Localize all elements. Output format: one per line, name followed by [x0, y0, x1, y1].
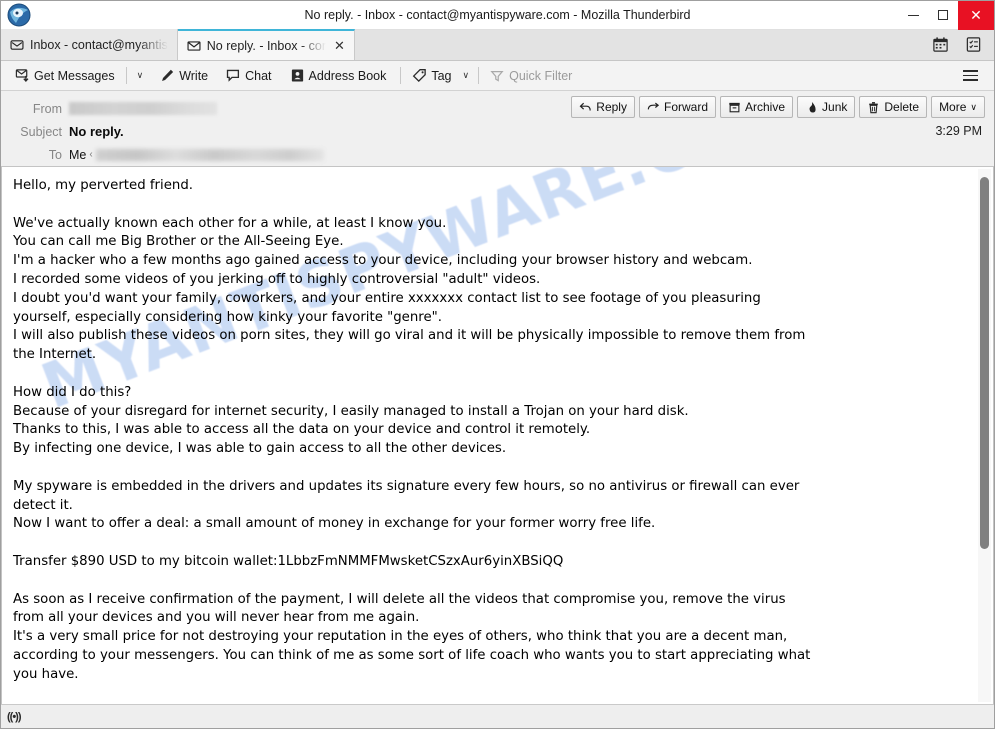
download-mail-icon [15, 68, 30, 83]
tab-no-reply[interactable]: No reply. - Inbox - cor ✕ [177, 29, 355, 60]
to-label: To [48, 147, 62, 162]
get-messages-label: Get Messages [34, 68, 115, 83]
window-title: No reply. - Inbox - contact@myantispywar… [304, 7, 691, 22]
chat-button[interactable]: Chat [220, 65, 277, 86]
toolbar-divider [125, 67, 127, 84]
from-value [69, 102, 217, 115]
from-label: From [32, 101, 62, 116]
subject-label: Subject [20, 124, 62, 139]
minimize-button[interactable] [898, 1, 928, 30]
redacted-sender [69, 102, 217, 115]
reply-button[interactable]: Reply [571, 96, 635, 118]
delete-button[interactable]: Delete [859, 96, 928, 118]
thunderbird-window: No reply. - Inbox - contact@myantispywar… [0, 0, 995, 729]
message-body-scroll: MYANTISPYWARE.COM Hello, my perverted fr… [2, 167, 993, 704]
tab-inbox[interactable]: Inbox - contact@myantis [1, 29, 178, 60]
envelope-icon [187, 39, 201, 53]
message-action-buttons: Reply Forward Archive Junk Delete More ∨ [571, 96, 985, 118]
reply-arrow-icon [579, 101, 592, 114]
archive-button[interactable]: Archive [720, 96, 794, 118]
tab-close-icon[interactable]: ✕ [334, 38, 345, 54]
trash-icon [867, 101, 880, 114]
archive-box-icon [728, 101, 741, 114]
app-menu-button[interactable] [955, 64, 986, 87]
redacted-recipient [95, 148, 324, 161]
forward-button[interactable]: Forward [638, 96, 716, 118]
maximize-button[interactable] [928, 1, 958, 30]
tab-bar: Inbox - contact@myantis No reply. - Inbo… [1, 29, 994, 61]
junk-label: Junk [822, 100, 848, 114]
tag-split: Tag ∨ [406, 65, 474, 86]
quick-filter-placeholder: Quick Filter [509, 68, 573, 83]
address-book-icon [290, 68, 305, 83]
tag-button[interactable]: Tag [406, 65, 457, 86]
tag-icon [412, 68, 427, 83]
write-label: Write [179, 68, 209, 83]
archive-label: Archive [745, 100, 786, 114]
thunderbird-logo-icon [3, 2, 35, 28]
to-recipient-name[interactable]: Me [69, 148, 86, 162]
mail-folder-icon [10, 38, 24, 52]
get-messages-split: Get Messages ∨ [9, 65, 148, 86]
pencil-icon [160, 68, 175, 83]
message-body-pane: MYANTISPYWARE.COM Hello, my perverted fr… [1, 167, 994, 704]
status-bar: ((•)) [1, 704, 994, 728]
message-time: 3:29 PM [935, 124, 982, 138]
filter-funnel-icon [490, 69, 504, 83]
quick-filter-input[interactable]: Quick Filter [484, 66, 578, 86]
subject-row: Subject No reply. [1, 120, 994, 143]
write-button[interactable]: Write [154, 65, 214, 86]
tasks-icon[interactable] [965, 36, 982, 53]
chevron-down-icon: ∨ [970, 101, 977, 112]
get-messages-dropdown-icon[interactable]: ∨ [132, 67, 149, 84]
tab-label: No reply. - Inbox - cor [206, 38, 327, 53]
address-book-label: Address Book [308, 68, 387, 83]
calendar-icon[interactable] [932, 36, 949, 53]
more-label: More [939, 100, 967, 114]
chat-bubble-icon [226, 68, 241, 83]
tab-label: Inbox - contact@myantis [30, 37, 168, 52]
tabbar-right-icons [932, 29, 994, 60]
to-value: Me ‹ [69, 148, 324, 162]
address-book-button[interactable]: Address Book [284, 65, 393, 86]
tag-dropdown-icon[interactable]: ∨ [458, 67, 475, 84]
title-bar: No reply. - Inbox - contact@myantispywar… [1, 0, 994, 30]
vertical-scrollbar[interactable] [978, 169, 991, 702]
scrollbar-thumb[interactable] [980, 177, 989, 549]
junk-flame-icon [805, 101, 818, 114]
toolbar-divider-2 [400, 67, 402, 84]
delete-label: Delete [884, 100, 920, 114]
more-button[interactable]: More ∨ [931, 96, 985, 118]
broadcast-icon: ((•)) [7, 710, 21, 723]
get-messages-button[interactable]: Get Messages [9, 65, 121, 86]
chat-label: Chat [245, 68, 272, 83]
forward-arrow-icon [647, 101, 660, 114]
window-controls: ✕ [898, 0, 994, 30]
forward-label: Forward [663, 100, 708, 114]
close-button[interactable]: ✕ [958, 0, 994, 30]
subject-value: No reply. [69, 124, 124, 139]
toolbar-divider-3 [478, 67, 480, 84]
message-body-text: Hello, my perverted friend. We've actual… [13, 178, 811, 682]
junk-button[interactable]: Junk [797, 96, 856, 118]
reply-label: Reply [596, 100, 627, 114]
main-toolbar: Get Messages ∨ Write Chat Address Book T… [1, 61, 994, 91]
tag-label: Tag [431, 68, 452, 83]
to-separator: ‹ [89, 149, 93, 160]
to-row: To Me ‹ [1, 143, 994, 166]
message-header: From Subject No reply. To Me ‹ Reply For… [1, 91, 994, 167]
